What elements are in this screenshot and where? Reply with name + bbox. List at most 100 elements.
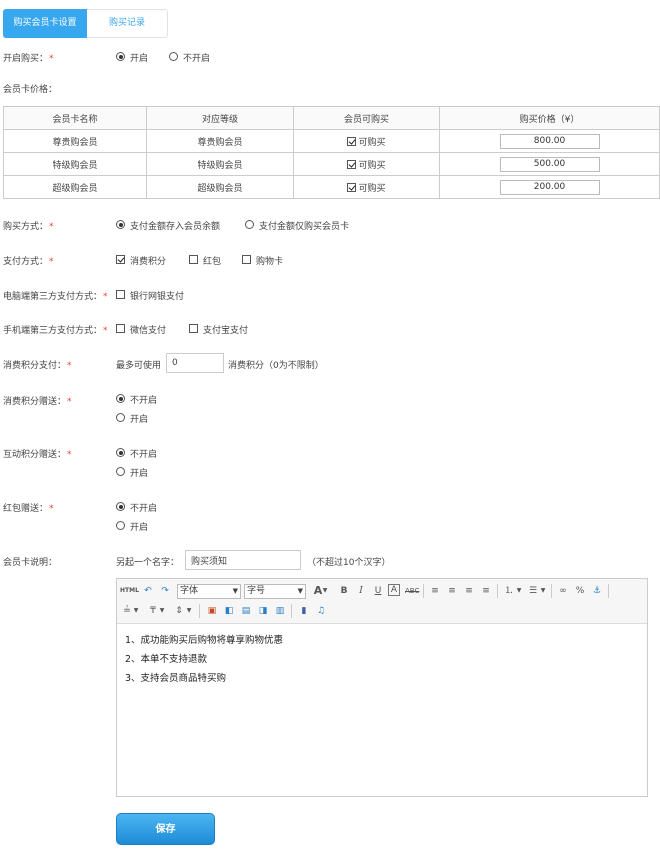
align-right-icon[interactable]: ≡ [462, 584, 476, 598]
points-max-input[interactable] [166, 353, 224, 373]
buyable-checkbox[interactable] [347, 136, 357, 146]
col-header-price: 购买价格（¥） [439, 106, 660, 130]
chevron-down-icon[interactable]: ▼ [158, 604, 166, 618]
interact-gift-on-label: 开启 [130, 469, 149, 479]
italic-icon[interactable]: I [354, 584, 368, 598]
image-inline-icon[interactable]: ▤ [239, 604, 253, 618]
chevron-down-icon[interactable]: ▼ [132, 604, 140, 618]
red-packet-off-radio[interactable] [116, 502, 125, 511]
insert-video-icon[interactable]: ▮ [297, 604, 311, 618]
card-price-table: 会员卡名称 对应等级 会员可购买 购买价格（¥） 尊贵购会员 尊贵购会员 可购买… [3, 106, 660, 199]
rich-text-editor: HTML ↶ ↷ 字体 ▼ 字号 ▼ A ▼ B I U A ABC ≡ ≡ ≡ ≡… [116, 578, 648, 797]
points-gift-on-radio[interactable] [116, 413, 125, 422]
content-line: 1、成功能购买后购物将尊享购物优惠 [125, 635, 284, 646]
mobile-alipay-label: 支付宝支付 [203, 326, 249, 336]
redo-icon[interactable]: ↷ [158, 584, 172, 598]
red-packet-off-label: 不开启 [130, 504, 158, 514]
interact-points-gift-label: 互动积分赠送：* [3, 450, 72, 460]
align-left-icon[interactable]: ≡ [428, 584, 442, 598]
interact-gift-off-radio[interactable] [116, 448, 125, 457]
price-input[interactable] [499, 156, 600, 172]
indent-icon[interactable]: ⇕ [172, 604, 186, 618]
enable-purchase-off-radio[interactable] [169, 52, 178, 61]
price-input[interactable] [499, 133, 600, 149]
unordered-list-icon[interactable]: ☰ [526, 584, 540, 598]
card-level-cell: 尊贵购会员 [146, 129, 294, 153]
insert-image-icon[interactable]: ▣ [205, 604, 219, 618]
tab-card-settings[interactable]: 购买会员卡设置 [3, 9, 87, 38]
mobile-wechat-label: 微信支付 [130, 326, 167, 336]
buyable-cell: 可购买 [293, 129, 440, 153]
bold-icon[interactable]: B [337, 584, 351, 598]
html-source-button[interactable]: HTML [120, 584, 139, 598]
editor-content[interactable]: 1、成功能购买后购物将尊享购物优惠 2、本单不支持退款 3、支持会员商品特买购 [125, 631, 283, 688]
interact-gift-off-label: 不开启 [130, 450, 158, 460]
save-button[interactable]: 保存 [116, 813, 215, 845]
tab-purchase-records[interactable]: 购买记录 [87, 9, 167, 38]
buyable-checkbox[interactable] [347, 159, 357, 169]
buyable-checkbox[interactable] [347, 182, 357, 192]
payment-method-label: 支付方式：* [3, 257, 54, 267]
points-gift-off-radio[interactable] [116, 394, 125, 403]
table-row: 尊贵购会员 尊贵购会员 可购买 [3, 129, 660, 153]
chevron-down-icon[interactable]: ▼ [539, 584, 547, 598]
font-border-icon[interactable]: A [388, 584, 400, 596]
col-header-level: 对应等级 [146, 106, 294, 130]
align-justify-icon[interactable]: ≡ [479, 584, 493, 598]
toolbar-separator [423, 584, 424, 598]
purchase-method-balance-label: 支付金额存入会员余额 [130, 222, 221, 232]
image-center-icon[interactable]: ▥ [273, 604, 287, 618]
payment-points-checkbox[interactable] [116, 255, 125, 264]
card-price-label: 会员卡价格： [3, 85, 58, 95]
points-payment-prefix: 最多可使用 [116, 361, 162, 371]
price-input[interactable] [499, 179, 600, 195]
unlink-icon[interactable]: % [573, 584, 587, 598]
image-left-icon[interactable]: ◧ [222, 604, 236, 618]
image-right-icon[interactable]: ◨ [256, 604, 270, 618]
interact-gift-on-radio[interactable] [116, 467, 125, 476]
purchase-method-card-only-label: 支付金额仅购买会员卡 [259, 222, 350, 232]
tab-bar: 购买会员卡设置 购买记录 [3, 9, 168, 38]
mobile-wechat-checkbox[interactable] [116, 324, 125, 333]
link-icon[interactable]: ∞ [556, 584, 570, 598]
enable-purchase-on-radio[interactable] [116, 52, 125, 61]
undo-icon[interactable]: ↶ [141, 584, 155, 598]
purchase-method-card-only-radio[interactable] [245, 220, 254, 229]
purchase-method-balance-radio[interactable] [116, 220, 125, 229]
anchor-icon[interactable]: ⚓ [590, 584, 604, 598]
payment-shopping-card-checkbox[interactable] [242, 255, 251, 264]
table-row: 特级购会员 特级购会员 可购买 [3, 152, 660, 176]
col-header-card-name: 会员卡名称 [3, 106, 147, 130]
payment-points-label: 消费积分 [130, 257, 167, 267]
alt-name-input[interactable] [185, 550, 301, 570]
payment-shopping-card-label: 购物卡 [256, 257, 284, 267]
pc-third-party-label: 电脑端第三方支付方式：* [3, 292, 108, 302]
card-name-cell: 特级购会员 [3, 152, 147, 176]
table-row: 超级购会员 超级购会员 可购买 [3, 175, 660, 199]
card-description-label: 会员卡说明： [3, 558, 58, 568]
mobile-alipay-checkbox[interactable] [189, 324, 198, 333]
ordered-list-icon[interactable]: ⒈ [502, 584, 516, 598]
font-family-select[interactable]: 字体 ▼ [177, 584, 241, 599]
pc-bank-checkbox[interactable] [116, 290, 125, 299]
chevron-down-icon[interactable]: ▼ [515, 584, 523, 598]
font-size-select[interactable]: 字号 ▼ [244, 584, 306, 599]
card-name-cell: 尊贵购会员 [3, 129, 147, 153]
points-payment-label: 消费积分支付：* [3, 361, 72, 371]
strikethrough-icon[interactable]: ABC [405, 584, 419, 598]
points-gift-label: 消费积分赠送：* [3, 397, 72, 407]
col-header-buyable: 会员可购买 [293, 106, 440, 130]
editor-toolbar: HTML ↶ ↷ 字体 ▼ 字号 ▼ A ▼ B I U A ABC ≡ ≡ ≡ ≡… [117, 579, 647, 624]
underline-icon[interactable]: U [371, 584, 385, 598]
points-gift-off-label: 不开启 [130, 396, 158, 406]
insert-music-icon[interactable]: ♫ [314, 604, 328, 618]
buyable-cell: 可购买 [293, 175, 440, 199]
chevron-down-icon[interactable]: ▼ [185, 604, 193, 618]
payment-red-packet-checkbox[interactable] [189, 255, 198, 264]
align-center-icon[interactable]: ≡ [445, 584, 459, 598]
content-line: 2、本单不支持退款 [125, 654, 208, 665]
chevron-down-icon[interactable]: ▼ [321, 584, 329, 598]
purchase-method-label: 购买方式：* [3, 222, 54, 232]
enable-purchase-off-label: 不开启 [183, 54, 211, 64]
red-packet-on-radio[interactable] [116, 521, 125, 530]
